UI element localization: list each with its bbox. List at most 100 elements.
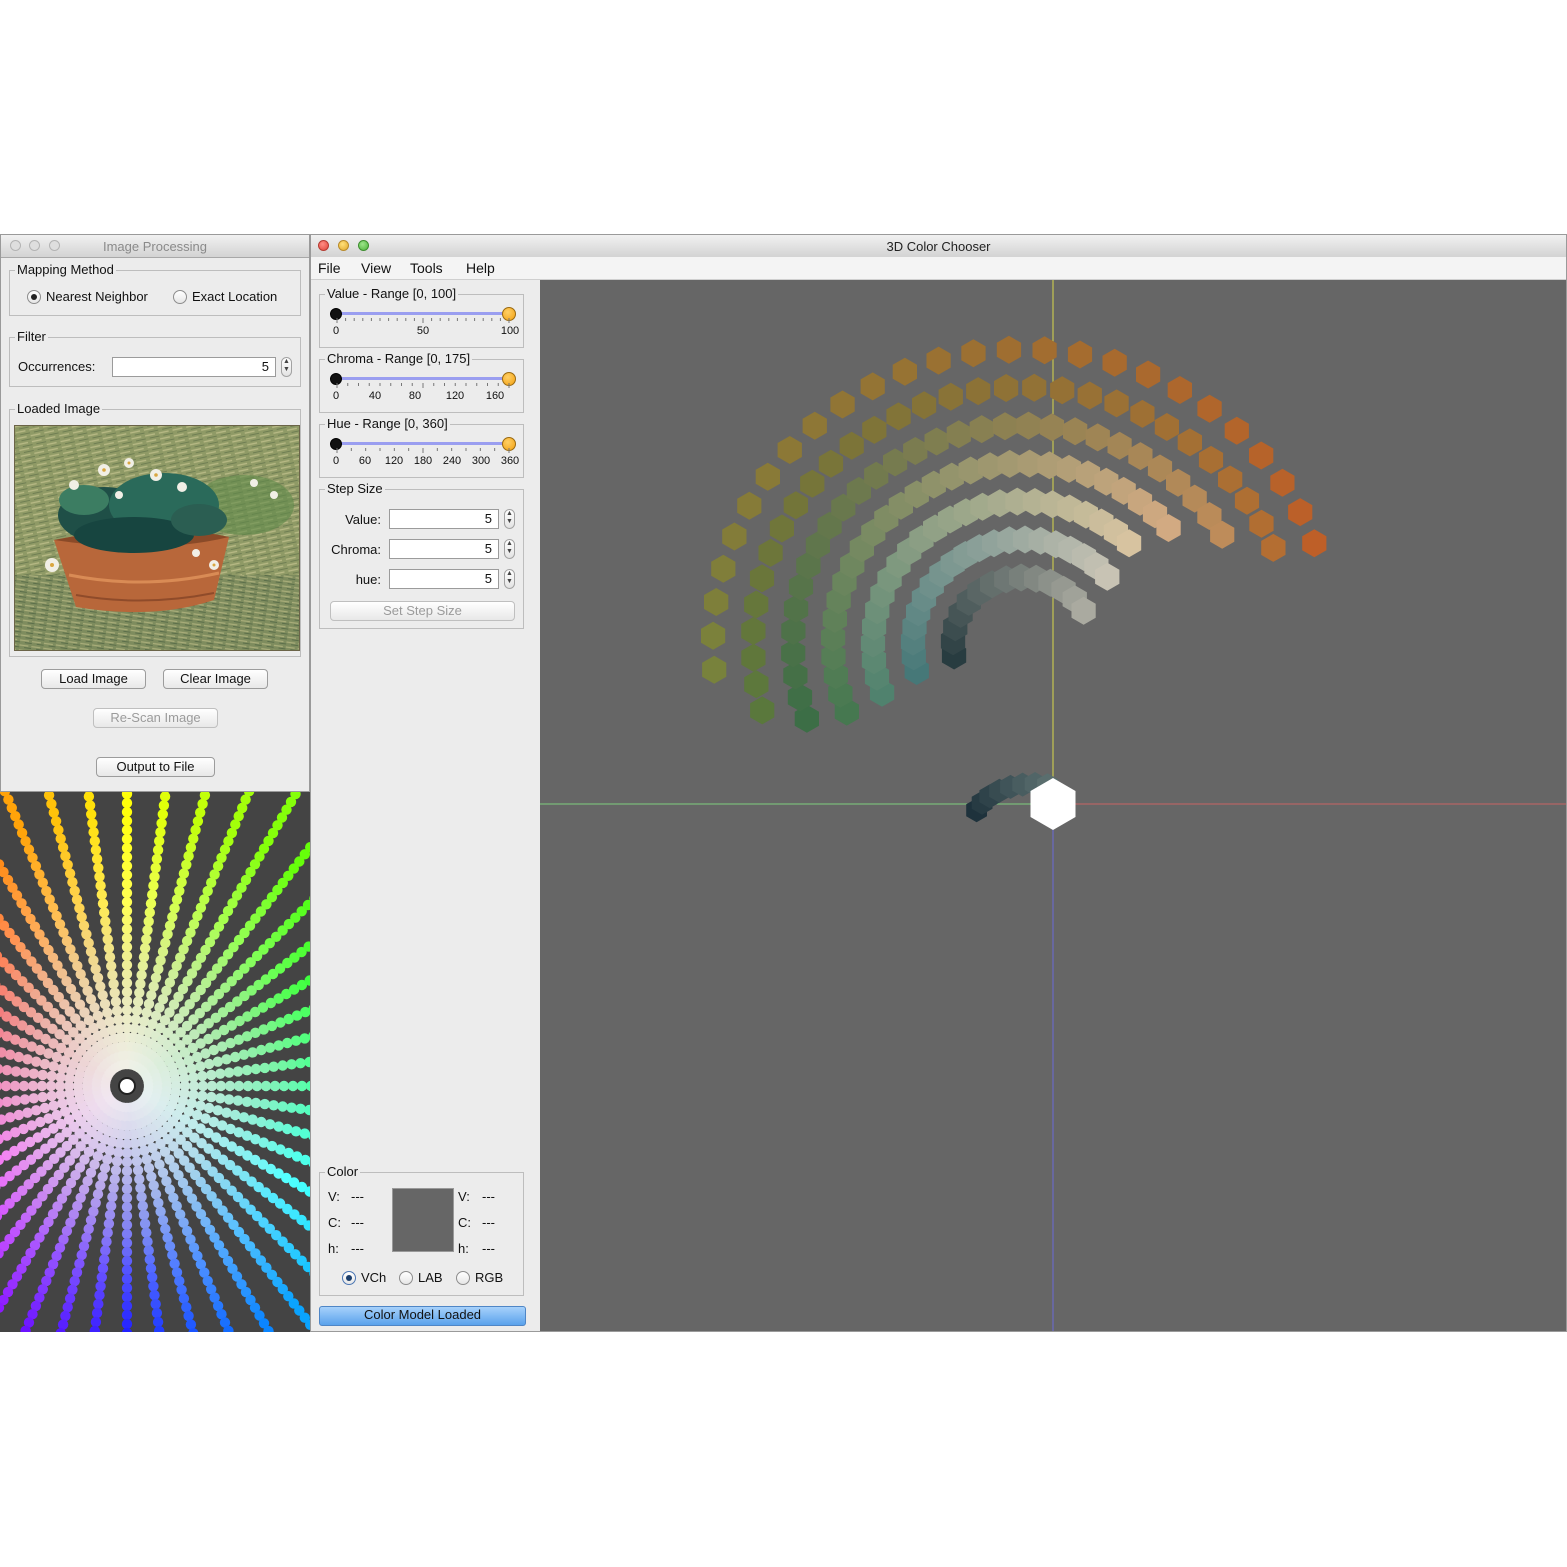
wheel-dot (259, 1062, 270, 1074)
menu-file[interactable]: File (318, 260, 341, 276)
step-value-stepper[interactable]: ▲ ▼ (504, 509, 515, 529)
occurrences-stepper[interactable]: ▲ ▼ (281, 357, 292, 377)
wheel-dot (135, 978, 146, 990)
wheel-dot (90, 844, 102, 856)
wheel-dot (195, 807, 206, 818)
wheel-dot (152, 1316, 164, 1328)
wheel-dot (141, 934, 152, 945)
wheel-dot (71, 1267, 83, 1278)
wheel-dot (110, 996, 122, 1007)
radio-exact-location[interactable]: Exact Location (173, 289, 277, 304)
wheel-dot (215, 1068, 226, 1079)
hue-range-track[interactable] (336, 442, 508, 445)
wheel-dot (139, 943, 151, 954)
wheel-dot (64, 1293, 76, 1304)
wheel-dot (195, 1061, 206, 1072)
menu-help[interactable]: Help (466, 260, 495, 276)
left-c-label: C: (328, 1215, 341, 1230)
radio-vch[interactable]: VCh (342, 1270, 386, 1285)
hue-range-group: Hue - Range [0, 360] 0 60 120 180 240 30… (319, 416, 524, 478)
menu-view[interactable]: View (361, 260, 391, 276)
color-cell (750, 696, 775, 725)
radio-nearest-neighbor[interactable]: Nearest Neighbor (27, 289, 148, 304)
wheel-dot (78, 920, 90, 931)
wheel-dot (94, 871, 105, 882)
wheel-dot (174, 1275, 185, 1287)
group-title: Filter (15, 329, 48, 344)
wheel-dot (145, 1263, 157, 1274)
wheel-dot (190, 824, 201, 836)
right-h-value: --- (482, 1241, 495, 1256)
wheel-dot (102, 1007, 113, 1018)
wheel-dot (277, 1060, 288, 1071)
value-ticks (336, 318, 510, 323)
left-v-value: --- (351, 1189, 364, 1204)
wheel-dot (37, 1091, 48, 1103)
color-cell (749, 564, 775, 593)
wheel-dot (10, 1066, 22, 1077)
wheel-dot (135, 1182, 146, 1194)
wheel-dot (53, 824, 64, 836)
wheel-dot (97, 898, 109, 909)
radio-unselected-icon[interactable] (173, 289, 187, 304)
wheel-dot (232, 1066, 244, 1077)
wheel-dot (132, 996, 144, 1007)
radio-unselected-icon[interactable] (399, 1270, 413, 1285)
wheel-dot (121, 914, 133, 926)
wheel-dot (97, 990, 108, 1001)
radio-lab[interactable]: LAB (399, 1270, 443, 1285)
wheel-dot (96, 1272, 108, 1283)
color-chooser-titlebar[interactable]: 3D Color Chooser (311, 235, 1566, 258)
chroma-range-track[interactable] (336, 377, 508, 380)
color-cell (701, 621, 726, 650)
color-cell (777, 436, 802, 464)
wheel-dot (48, 1100, 59, 1111)
set-step-size-button[interactable]: Set Step Size (330, 601, 515, 621)
occurrences-input[interactable]: 5 (112, 357, 276, 377)
color-cell (860, 372, 885, 401)
tick-label: 50 (416, 325, 430, 337)
wheel-dot (50, 816, 62, 827)
step-chroma-stepper[interactable]: ▲ ▼ (504, 539, 515, 559)
rescan-image-button[interactable]: Re-Scan Image (93, 708, 218, 728)
radio-unselected-icon[interactable] (456, 1270, 470, 1285)
3d-viewport[interactable] (540, 280, 1566, 1331)
radio-selected-icon[interactable] (27, 289, 41, 304)
step-hue-input[interactable]: 5 (389, 569, 499, 589)
wheel-dot (108, 978, 119, 990)
color-wheel-plot[interactable] (0, 792, 313, 1332)
wheel-dot (91, 1307, 103, 1319)
wheel-dot (28, 1068, 39, 1079)
clear-image-button[interactable]: Clear Image (163, 669, 268, 689)
3d-color-space-render[interactable] (540, 280, 1566, 1331)
wheel-dot (238, 1112, 250, 1123)
wheel-dot (60, 850, 71, 862)
radio-label: Nearest Neighbor (46, 289, 148, 304)
step-chroma-input[interactable]: 5 (389, 539, 499, 559)
wheel-dot (88, 827, 99, 838)
wheel-dot (206, 1069, 217, 1081)
color-cell (862, 415, 887, 444)
wheel-dot (48, 807, 59, 818)
wheel-dot (156, 818, 167, 829)
wheel-dot (113, 1014, 124, 1025)
radio-selected-icon[interactable] (342, 1270, 356, 1285)
wheel-dot (121, 842, 133, 854)
wheel-dot (97, 1171, 108, 1182)
load-image-button[interactable]: Load Image (41, 669, 146, 689)
wheel-dot (85, 1215, 97, 1226)
value-range-track[interactable] (336, 312, 508, 315)
step-hue-stepper[interactable]: ▲ ▼ (504, 569, 515, 589)
radio-rgb[interactable]: RGB (456, 1270, 503, 1285)
wheel-dot (147, 889, 158, 900)
wheel-dot (101, 1236, 112, 1247)
image-processing-titlebar[interactable]: Image Processing (1, 235, 309, 258)
wheel-dot (67, 877, 78, 888)
menu-tools[interactable]: Tools (410, 260, 443, 276)
output-to-file-button[interactable]: Output to File (96, 757, 215, 777)
tick-label: 100 (500, 325, 520, 337)
step-value-input[interactable]: 5 (389, 509, 499, 529)
color-cell (802, 411, 827, 440)
color-wheel-view[interactable] (0, 792, 313, 1332)
wheel-dot (57, 1098, 68, 1109)
